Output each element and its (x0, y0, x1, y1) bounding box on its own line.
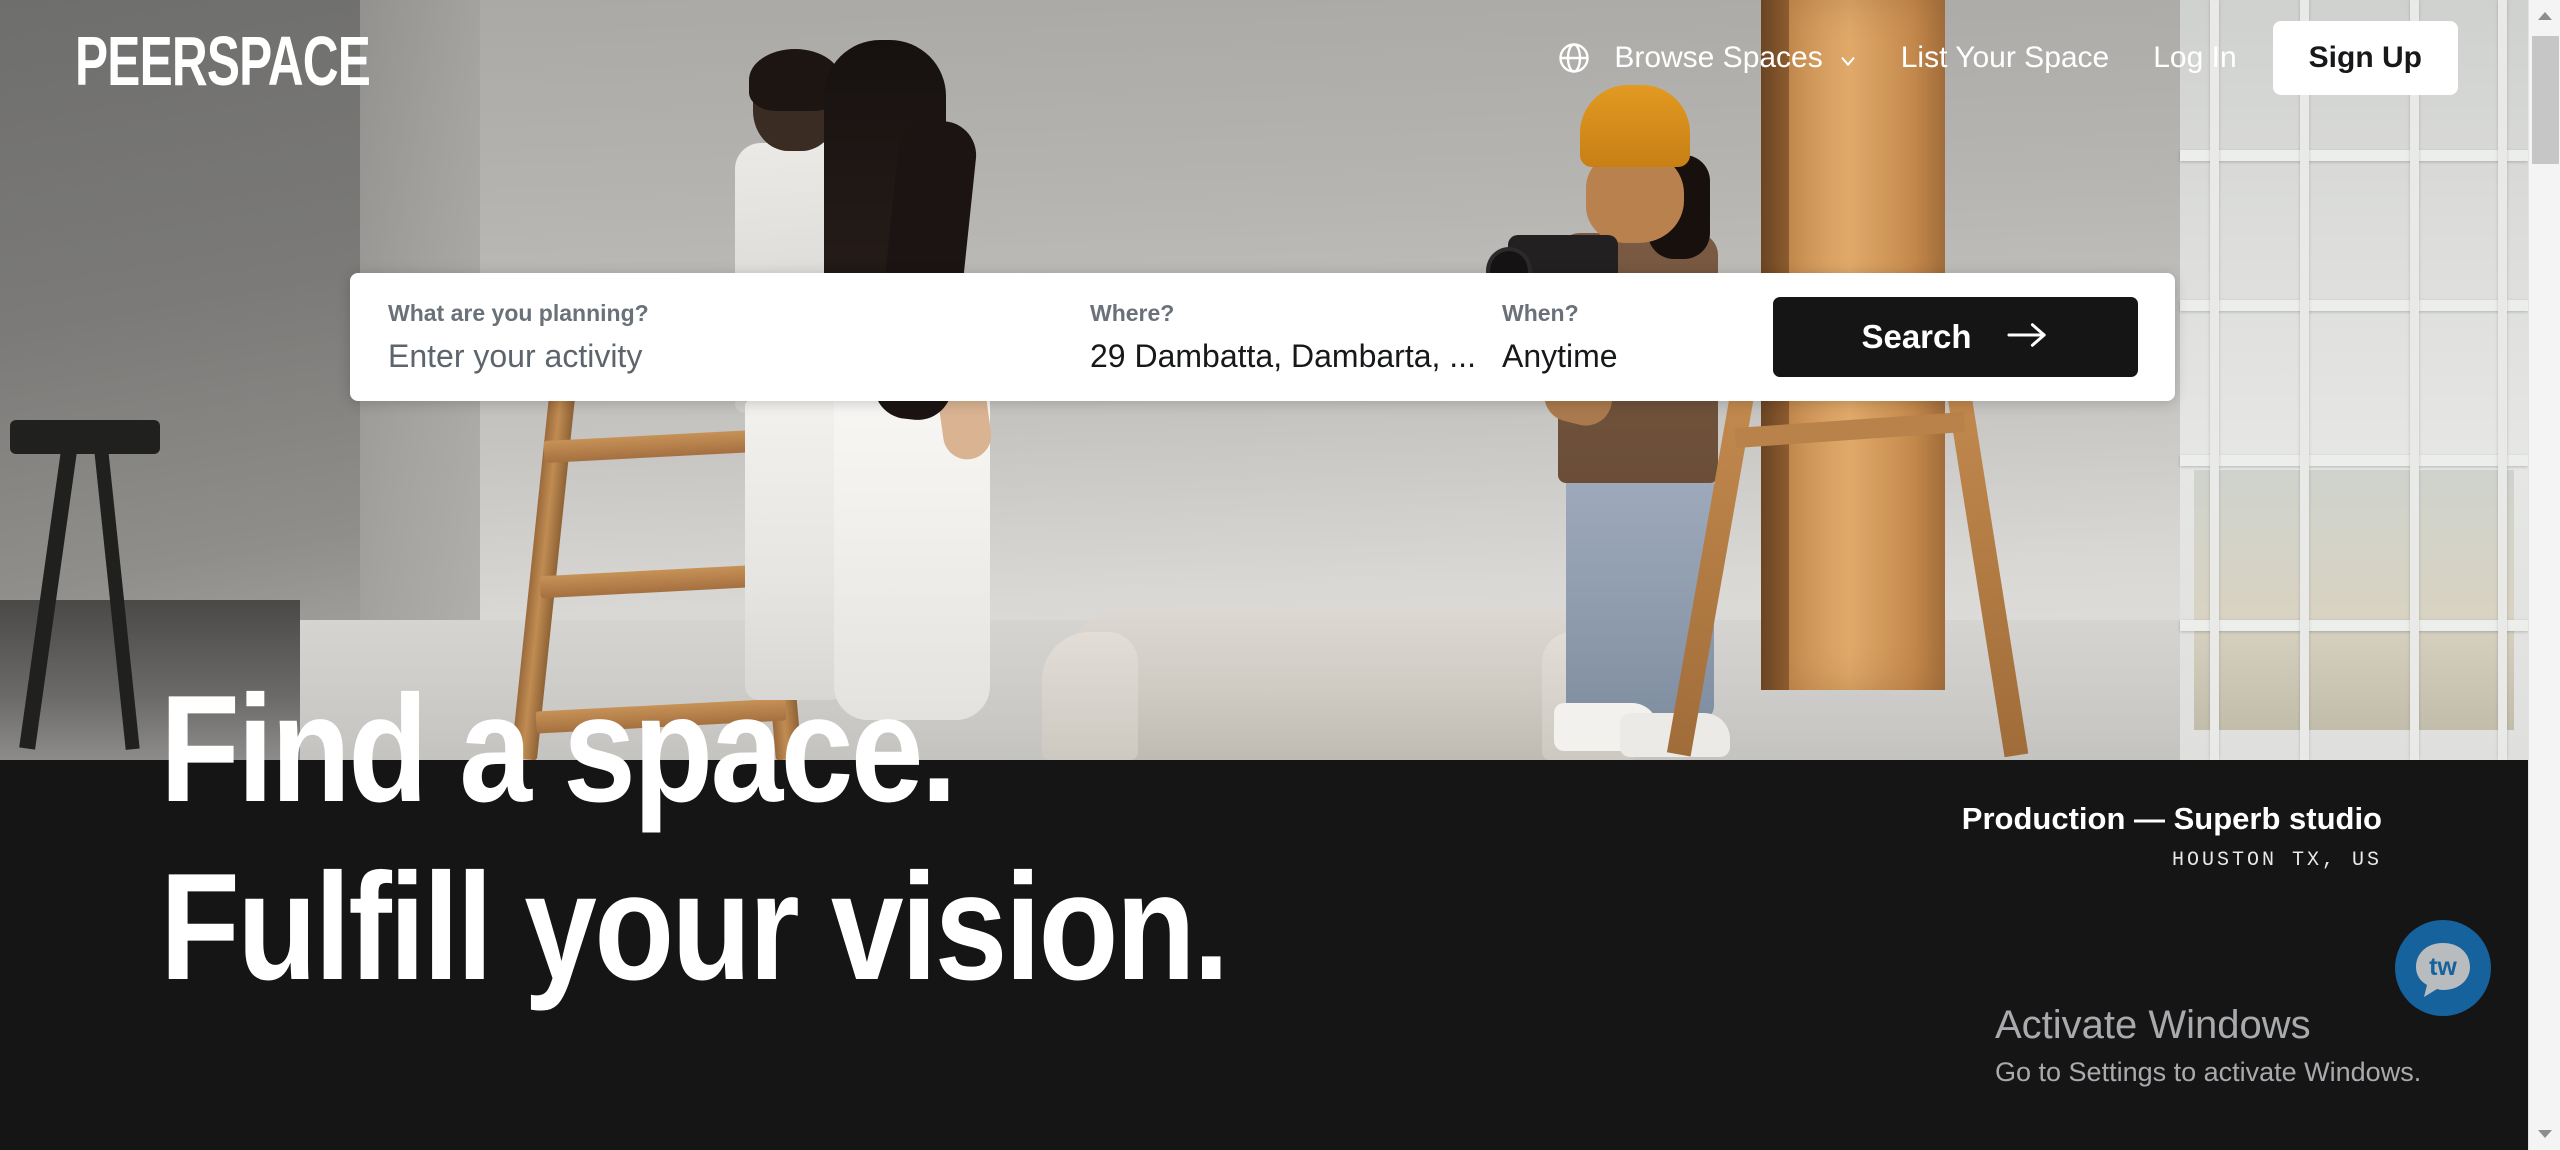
chevron-down-icon (1837, 48, 1857, 68)
chat-widget-button[interactable]: tw (2395, 920, 2491, 1016)
sign-up-button[interactable]: Sign Up (2272, 20, 2458, 95)
hero-headline-line-2: Fulfill your vision. (160, 842, 1229, 1012)
watermark-title: Activate Windows (1995, 1003, 2311, 1047)
peerspace-logo[interactable]: PEERSPACE (75, 27, 371, 97)
search-activity-field[interactable]: What are you planning? Enter your activi… (388, 300, 649, 374)
nav-browse-spaces-label: Browse Spaces (1614, 40, 1823, 74)
search-button-label: Search (1861, 318, 1972, 355)
search-when-field[interactable]: When? Anytime (1502, 300, 1618, 374)
hero-headline-line-1: Find a space. (160, 664, 957, 834)
search-where-input[interactable]: 29 Dambatta, Dambarta, ... (1090, 339, 1476, 374)
search-bar: What are you planning? Enter your activi… (350, 273, 2175, 401)
photo-credit-title: Production — Superb studio (1961, 801, 2382, 836)
search-activity-label: What are you planning? (388, 300, 649, 326)
arrow-right-icon (2006, 320, 2050, 355)
nav-links-group: Browse Spaces List Your Space Log In Sig… (1556, 0, 2458, 115)
search-when-input[interactable]: Anytime (1502, 339, 1618, 374)
scrollbar-thumb[interactable] (2532, 36, 2559, 164)
globe-icon[interactable] (1556, 40, 1592, 76)
nav-log-in[interactable]: Log In (2153, 33, 2236, 83)
nav-list-your-space[interactable]: List Your Space (1901, 33, 2110, 83)
page-content: PEERSPACE Browse Spaces List Your Space … (0, 0, 2528, 1150)
chat-bubble-icon: tw (2416, 943, 2470, 997)
photo-credit: Production — Superb studio HOUSTON TX, U… (1962, 800, 2382, 872)
search-when-label: When? (1502, 300, 1579, 326)
photo-credit-location: HOUSTON TX, US (2171, 849, 2382, 873)
search-button[interactable]: Search (1773, 297, 2138, 377)
scroll-down-arrow-icon[interactable] (2529, 1118, 2560, 1150)
svg-text:tw: tw (2429, 953, 2457, 981)
scroll-up-arrow-icon[interactable] (2529, 0, 2560, 32)
vertical-scrollbar[interactable] (2528, 0, 2560, 1150)
hero-headline: Find a space. Fulfill your vision. (160, 660, 1401, 1016)
windows-activation-watermark: Activate Windows Go to Settings to activ… (1995, 1000, 2421, 1090)
watermark-subtitle: Go to Settings to activate Windows. (1995, 1057, 2422, 1087)
search-where-label: Where? (1090, 300, 1175, 326)
browser-viewport: PEERSPACE Browse Spaces List Your Space … (0, 0, 2560, 1150)
search-where-field[interactable]: Where? 29 Dambatta, Dambarta, ... (1090, 300, 1476, 374)
nav-browse-spaces[interactable]: Browse Spaces (1614, 33, 1856, 83)
search-activity-input[interactable]: Enter your activity (388, 339, 649, 374)
top-navigation-bar: PEERSPACE Browse Spaces List Your Space … (0, 0, 2528, 115)
